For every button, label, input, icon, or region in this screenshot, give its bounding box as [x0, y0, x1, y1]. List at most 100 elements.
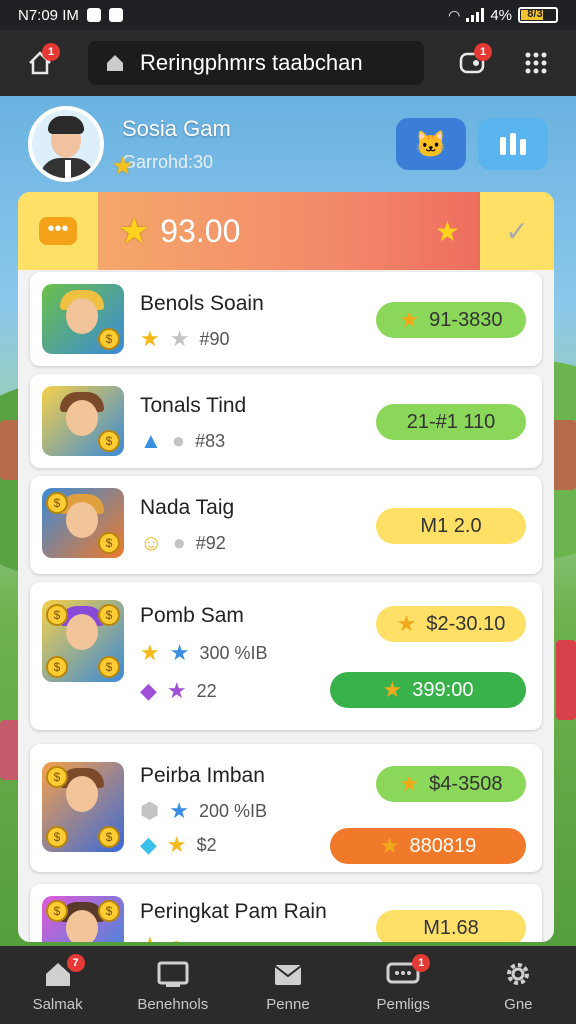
item-meta: ▲ ● #83: [140, 428, 225, 454]
star-icon: ★: [112, 153, 134, 180]
reward-pill[interactable]: ★ $4-3508: [376, 766, 526, 802]
clock: N7:09 IM: [18, 6, 79, 24]
item-meta-value: 300 %IB: [199, 642, 268, 663]
chat-button[interactable]: 1: [450, 41, 494, 85]
coin-icon: ●: [170, 932, 183, 942]
star-icon: ★: [399, 307, 420, 332]
list-item[interactable]: $ $ Nada Taig ☺ ● #92 M1 2.0: [30, 476, 542, 574]
star-icon: ★: [166, 832, 187, 857]
reward-label: 21-#1 110: [406, 410, 496, 433]
list-item[interactable]: $ $ $ Peirba Imban ⬢ ★ 200 %IB ◆ ★ $2 ★ …: [30, 744, 542, 872]
nav-label: Penne: [266, 995, 310, 1013]
claim-button[interactable]: ★ 399:00: [330, 672, 526, 708]
item-meta: ◆ ★ 22: [140, 678, 217, 704]
silver-coin-icon: ●: [171, 428, 186, 453]
home-button[interactable]: 1: [18, 41, 62, 85]
claim-label: 880819: [409, 834, 477, 857]
reward-pill[interactable]: M1 2.0: [376, 508, 526, 544]
item-title: Tonals Tind: [140, 394, 247, 417]
home-badge: 1: [42, 43, 60, 61]
item-meta: ★ ★ #90: [140, 326, 230, 352]
item-meta: ★ ●: [140, 932, 183, 942]
leaderboard-panel: ••• ★ 93.00 ★ ✓ $ Benols Soain ★ ★ #90 ★…: [18, 192, 554, 942]
nav-item-screens[interactable]: Benehnols: [118, 958, 228, 1013]
nav-item-mail[interactable]: Penne: [233, 958, 343, 1013]
chat-tab[interactable]: •••: [18, 192, 98, 270]
menu-button[interactable]: [514, 41, 558, 85]
message-icon: •••: [39, 217, 77, 245]
star-icon: ★: [434, 215, 460, 247]
nav-label: Benehnols: [137, 995, 209, 1013]
silver-gem-icon: ⬢: [140, 798, 160, 823]
battery-percent: 4%: [490, 6, 512, 24]
list-item[interactable]: $ $ Peringkat Pam Rain ★ ● M1.68: [30, 884, 542, 942]
claim-button[interactable]: ★ 880819: [330, 828, 526, 864]
search-bar[interactable]: Reringphmrs taabchan: [88, 41, 424, 85]
battery-icon: 8/31: [518, 7, 558, 23]
score-row: ••• ★ 93.00 ★ ✓: [18, 192, 554, 270]
purple-star-icon: ★: [166, 678, 187, 703]
list-item[interactable]: $ Tonals Tind ▲ ● #83 21-#1 110: [30, 374, 542, 468]
star-icon: ★: [140, 640, 160, 665]
reward-pill[interactable]: 21-#1 110: [376, 404, 526, 440]
nav-item-settings[interactable]: Gne: [463, 958, 573, 1013]
screen-icon: [156, 958, 190, 990]
reward-label: M1 2.0: [420, 514, 482, 537]
reward-pill[interactable]: ★ 91-3830: [376, 302, 526, 338]
signal-icon: [466, 8, 485, 22]
reward-label: $2-30.10: [426, 612, 506, 635]
nav-item-home[interactable]: 7 Salmak: [3, 953, 113, 1013]
check-icon: ✓: [505, 215, 529, 247]
item-meta: ⬢ ★ 200 %IB: [140, 798, 267, 824]
blue-star-icon: ★: [169, 640, 190, 665]
item-meta: ★ ★ 300 %IB: [140, 640, 268, 666]
diamond-icon: ◆: [140, 832, 157, 857]
shirt-icon: ▲: [140, 428, 162, 453]
game-thumbnail: $ $: [42, 488, 124, 558]
silver-coin-icon: ●: [172, 530, 186, 555]
smile-icon: ☺: [140, 530, 163, 555]
star-icon: ★: [396, 611, 417, 636]
check-button[interactable]: ✓: [480, 192, 554, 270]
item-meta-value: #83: [195, 430, 226, 451]
star-icon: ★: [140, 326, 160, 351]
reward-label: $4-3508: [429, 772, 503, 795]
list-item[interactable]: $ Benols Soain ★ ★ #90 ★ 91-3830: [30, 272, 542, 366]
wifi-icon: ◠: [448, 6, 461, 23]
reward-label: M1.68: [423, 916, 479, 939]
item-title: Peringkat Pam Rain: [140, 900, 327, 923]
nav-label: Salmak: [32, 995, 83, 1013]
status-bar: N7:09 IM ◠ 4% 8/31: [0, 0, 576, 30]
reward-label: 91-3830: [429, 308, 503, 331]
item-title: Nada Taig: [140, 496, 235, 519]
search-text: Reringphmrs taabchan: [140, 50, 363, 75]
profile-header: ★ Sosia Gam Garrohd:30 🐱: [28, 104, 548, 184]
avatar[interactable]: [28, 106, 104, 182]
score-bar: ★ 93.00 ★: [98, 192, 480, 270]
item-title: Benols Soain: [140, 292, 264, 315]
item-meta-value: #92: [195, 532, 226, 553]
rank-button[interactable]: [478, 118, 548, 170]
grid-icon: [525, 52, 547, 74]
claim-label: 399:00: [412, 678, 474, 701]
nav-badge: 1: [412, 953, 431, 972]
star-icon: ★: [118, 210, 151, 251]
mascot-button[interactable]: 🐱: [396, 118, 466, 170]
reward-pill[interactable]: ★ $2-30.10: [376, 606, 526, 642]
silver-star-icon: ★: [169, 326, 190, 351]
game-thumbnail: $ $ $ $: [42, 600, 124, 682]
nav-item-messages[interactable]: 1 Pemligs: [348, 953, 458, 1013]
profile-name: Sosia Gam: [122, 115, 231, 141]
mascot-icon: 🐱: [414, 128, 448, 159]
house-icon: [107, 55, 123, 71]
game-thumbnail: $: [42, 386, 124, 456]
score-value: 93.00: [160, 212, 241, 249]
nav-label: Pemligs: [376, 995, 430, 1013]
list-item[interactable]: $ $ $ $ Pomb Sam ★ ★ 300 %IB ◆ ★ 22 ★ $2…: [30, 582, 542, 730]
star-icon: ★: [140, 932, 160, 942]
game-thumbnail: $: [42, 284, 124, 354]
item-meta: ☺ ● #92: [140, 530, 226, 556]
star-icon: ★: [382, 677, 403, 702]
gem-icon: ◆: [140, 678, 157, 703]
reward-pill[interactable]: M1.68: [376, 910, 526, 942]
